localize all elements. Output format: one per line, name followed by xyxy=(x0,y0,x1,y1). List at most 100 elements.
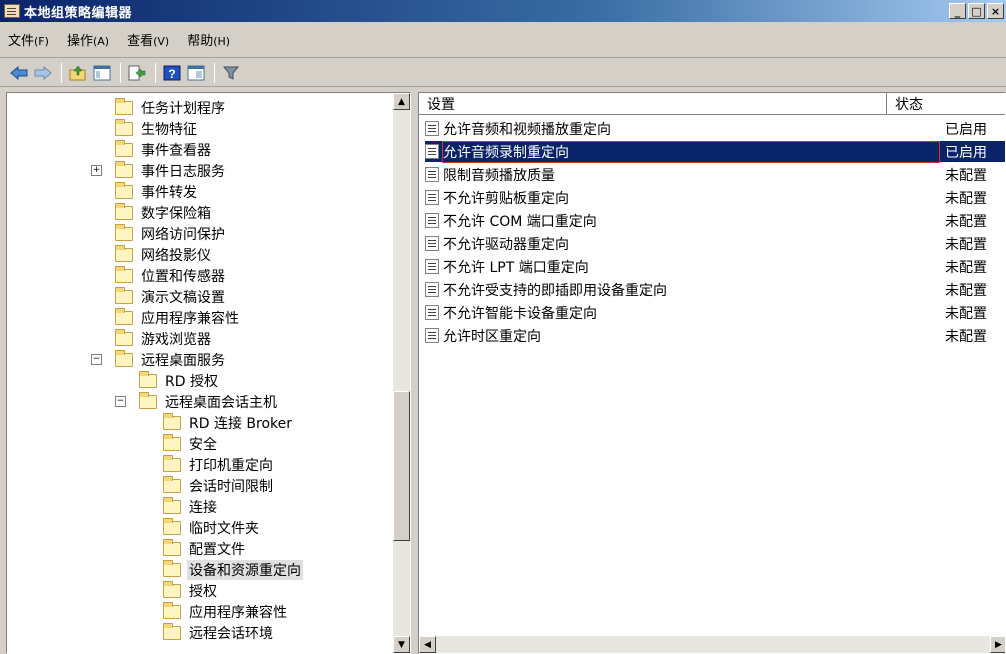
tree-node[interactable]: 配置文件 xyxy=(163,538,247,559)
help-button[interactable]: ? xyxy=(161,62,183,84)
setting-state: 未配置 xyxy=(945,167,987,184)
list-horizontal-scrollbar[interactable]: ◀ ▶ xyxy=(419,636,1005,653)
close-button[interactable]: × xyxy=(987,3,1004,19)
window-title: 本地组策略编辑器 xyxy=(24,5,133,21)
list-item[interactable]: 不允许智能卡设备重定向 未配置 xyxy=(425,302,1005,323)
menu-action[interactable]: 操作(A) xyxy=(67,30,109,49)
tree-node[interactable]: − 远程桌面会话主机 xyxy=(115,391,279,412)
tree-node-label: 安全 xyxy=(189,436,217,453)
tree-node[interactable]: + 事件日志服务 xyxy=(91,160,227,181)
tree-node[interactable]: 临时文件夹 xyxy=(163,517,261,538)
scroll-left-button[interactable]: ◀ xyxy=(419,636,436,653)
list-item[interactable]: 不允许受支持的即插即用设备重定向 未配置 xyxy=(425,279,1005,300)
tree-node[interactable]: 授权 xyxy=(163,580,219,601)
tree-node[interactable]: 应用程序兼容性 xyxy=(115,307,241,328)
setting-state: 未配置 xyxy=(945,236,987,253)
policy-setting-icon xyxy=(425,121,439,136)
column-setting[interactable]: 设置 xyxy=(419,93,887,115)
setting-state: 未配置 xyxy=(945,282,987,299)
tree-node[interactable]: 设备和资源重定向 xyxy=(163,559,303,580)
list-item[interactable]: 不允许 LPT 端口重定向 未配置 xyxy=(425,256,1005,277)
tree-node[interactable]: 任务计划程序 xyxy=(115,97,227,118)
tree-node[interactable]: 安全 xyxy=(163,433,219,454)
tree-node[interactable]: RD 授权 xyxy=(139,370,220,391)
filter-button[interactable] xyxy=(220,62,242,84)
show-hide-tree-button[interactable] xyxy=(91,62,113,84)
menu-help[interactable]: 帮助(H) xyxy=(187,30,230,49)
scroll-thumb[interactable] xyxy=(393,391,410,541)
folder-icon xyxy=(139,391,157,409)
toolbar-separator xyxy=(120,62,121,83)
tree-node[interactable]: − 远程桌面服务 xyxy=(91,349,227,370)
tree-node[interactable]: 会话时间限制 xyxy=(163,475,275,496)
setting-name: 不允许智能卡设备重定向 xyxy=(443,305,597,322)
menu-bar: 文件(F) 操作(A) 查看(V) 帮助(H) xyxy=(0,22,1006,58)
scroll-up-button[interactable]: ▲ xyxy=(393,93,410,110)
folder-icon xyxy=(163,622,181,640)
help-icon: ? xyxy=(163,65,181,81)
scroll-right-button[interactable]: ▶ xyxy=(990,636,1005,653)
tree-node-label: 网络投影仪 xyxy=(141,247,211,264)
policy-setting-icon xyxy=(425,167,439,182)
tree-pane[interactable]: ▲ ▼ 任务计划程序 生物特征 事件查看器 + 事件日志服务 事件转发数字保险箱网络访问保… xyxy=(6,92,411,654)
back-button[interactable] xyxy=(8,62,30,84)
toolbar-separator xyxy=(214,62,215,83)
toolbar-separator xyxy=(61,62,62,83)
collapse-icon[interactable]: − xyxy=(91,354,102,365)
column-state[interactable]: 状态 xyxy=(887,93,1005,115)
tree-node-label: 网络访问保护 xyxy=(141,226,225,243)
menu-action-label: 操作 xyxy=(66,34,93,49)
export-list-button[interactable] xyxy=(126,62,148,84)
list-item[interactable]: 不允许剪贴板重定向 未配置 xyxy=(425,187,1005,208)
folder-icon xyxy=(115,160,133,178)
maximize-button[interactable]: □ xyxy=(968,3,985,19)
policy-setting-icon xyxy=(425,305,439,320)
collapse-icon[interactable]: − xyxy=(115,396,126,407)
list-item[interactable]: 限制音频播放质量 未配置 xyxy=(425,164,1005,185)
folder-icon xyxy=(115,349,133,367)
policy-setting-icon xyxy=(425,259,439,274)
folder-icon xyxy=(163,475,181,493)
policy-setting-icon xyxy=(425,213,439,228)
menu-view[interactable]: 查看(V) xyxy=(127,30,169,49)
forward-button[interactable] xyxy=(32,62,54,84)
setting-name: 不允许 LPT 端口重定向 xyxy=(443,259,589,276)
tree-node[interactable]: 应用程序兼容性 xyxy=(163,601,289,622)
toolbar-separator xyxy=(155,62,156,83)
menu-file[interactable]: 文件(F) xyxy=(8,30,49,49)
setting-state: 已启用 xyxy=(945,144,987,161)
list-item[interactable]: 允许时区重定向 未配置 xyxy=(425,325,1005,346)
scroll-down-button[interactable]: ▼ xyxy=(393,636,410,653)
list-item[interactable]: 不允许 COM 端口重定向 未配置 xyxy=(425,210,1005,231)
tree-node-label: 任务计划程序 xyxy=(141,100,225,117)
tree-node-label: 授权 xyxy=(189,583,217,600)
tree-node[interactable]: 网络投影仪 xyxy=(115,244,213,265)
tree-node[interactable]: 打印机重定向 xyxy=(163,454,275,475)
tree-node[interactable]: 连接 xyxy=(163,496,219,517)
menu-view-key: (V) xyxy=(153,35,170,48)
tree-node-label: 数字保险箱 xyxy=(141,205,211,222)
tree-node-label: 配置文件 xyxy=(189,541,245,558)
menu-file-label: 文件 xyxy=(8,34,35,49)
back-arrow-icon xyxy=(10,65,28,80)
tree-node[interactable]: 网络访问保护 xyxy=(115,223,227,244)
folder-icon xyxy=(163,496,181,514)
up-level-button[interactable] xyxy=(67,62,89,84)
tree-node[interactable]: 远程会话环境 xyxy=(163,622,275,643)
list-item[interactable]: 允许音频和视频播放重定向 已启用 xyxy=(425,118,1005,139)
tree-vertical-scrollbar[interactable]: ▲ ▼ xyxy=(393,93,410,653)
tree-node[interactable]: RD 连接 Broker xyxy=(163,412,294,433)
tree-node[interactable]: 事件查看器 xyxy=(115,139,213,160)
tree-node[interactable]: 数字保险箱 xyxy=(115,202,213,223)
minimize-button[interactable]: _ xyxy=(949,3,966,19)
tree-node[interactable]: 生物特征 xyxy=(115,118,199,139)
list-item[interactable]: 不允许驱动器重定向 未配置 xyxy=(425,233,1005,254)
setting-name: 不允许驱动器重定向 xyxy=(443,236,569,253)
tree-node[interactable]: 位置和传感器 xyxy=(115,265,227,286)
tree-node[interactable]: 游戏浏览器 xyxy=(115,328,213,349)
list-item[interactable]: 允许音频录制重定向 已启用 xyxy=(425,140,1005,163)
tree-node[interactable]: 演示文稿设置 xyxy=(115,286,227,307)
expand-icon[interactable]: + xyxy=(91,165,102,176)
tree-node[interactable]: 事件转发 xyxy=(115,181,199,202)
properties-button[interactable] xyxy=(185,62,207,84)
